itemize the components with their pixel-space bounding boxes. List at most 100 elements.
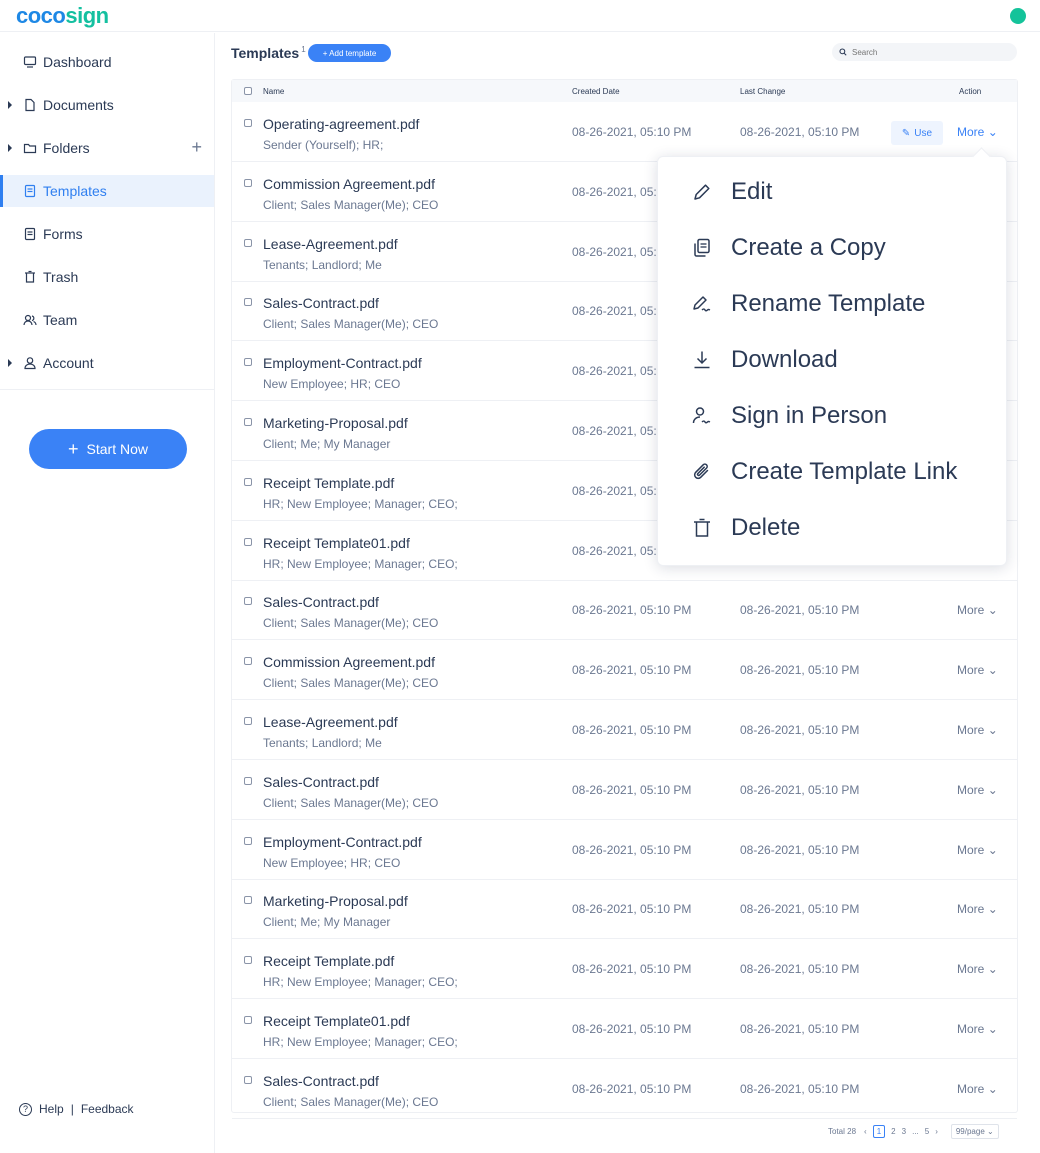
row-checkbox[interactable] (244, 358, 252, 367)
table-row[interactable]: Commission Agreement.pdf Client; Sales Ma… (232, 640, 1017, 701)
template-file-name[interactable]: Sales-Contract.pdf (263, 774, 379, 790)
table-row[interactable]: Operating-agreement.pdf Sender (Yourself)… (232, 102, 1017, 162)
table-row[interactable]: Marketing-Proposal.pdf Client; Me; My Man… (232, 879, 1017, 940)
more-actions-button[interactable]: More ⌄ (957, 783, 998, 797)
row-checkbox[interactable] (244, 178, 252, 187)
add-folder-icon[interactable]: + (191, 137, 202, 158)
row-checkbox[interactable] (244, 1016, 252, 1024)
sidebar-item-folders[interactable]: Folders + (0, 132, 214, 164)
row-checkbox[interactable] (244, 956, 252, 965)
table-row[interactable]: Receipt Template.pdf HR; New Employee; Ma… (232, 939, 1017, 1000)
caret-right-icon[interactable] (8, 144, 12, 152)
more-actions-button[interactable]: More ⌄ (957, 663, 998, 677)
menu-item-sign-in-person[interactable]: Sign in Person (658, 391, 1006, 441)
caret-right-icon[interactable] (8, 101, 12, 109)
row-checkbox[interactable] (244, 836, 252, 845)
page-2[interactable]: 2 (891, 1127, 895, 1136)
sidebar-item-trash[interactable]: Trash (0, 261, 214, 293)
template-file-name[interactable]: Lease-Agreement.pdf (263, 714, 398, 730)
row-checkbox[interactable] (244, 896, 252, 905)
next-page-icon[interactable]: › (935, 1127, 938, 1136)
template-file-name[interactable]: Receipt Template.pdf (263, 475, 394, 491)
template-file-name[interactable]: Commission Agreement.pdf (263, 654, 435, 670)
caret-right-icon[interactable] (8, 359, 12, 367)
template-file-name[interactable]: Marketing-Proposal.pdf (263, 893, 408, 909)
row-checkbox[interactable] (244, 1075, 252, 1084)
row-checkbox[interactable] (244, 418, 252, 426)
more-actions-button[interactable]: More ⌄ (957, 603, 998, 617)
page-ellipsis[interactable]: ... (912, 1127, 919, 1136)
more-actions-button[interactable]: More ⌄ (957, 723, 998, 737)
template-file-name[interactable]: Lease-Agreement.pdf (263, 236, 398, 252)
menu-item-rename-template[interactable]: Rename Template (658, 279, 1006, 329)
template-roles: Client; Sales Manager(Me); CEO (263, 317, 439, 332)
more-label: More (957, 723, 985, 737)
template-file-name[interactable]: Marketing-Proposal.pdf (263, 415, 408, 431)
user-status-dot[interactable] (1010, 8, 1026, 24)
add-template-button[interactable]: + Add template (308, 44, 391, 62)
more-actions-button[interactable]: More ⌄ (957, 843, 998, 857)
page-5[interactable]: 5 (925, 1127, 929, 1136)
help-icon[interactable]: ? (19, 1102, 32, 1116)
table-row[interactable]: Lease-Agreement.pdf Tenants; Landlord; Me… (232, 700, 1017, 760)
template-file-name[interactable]: Commission Agreement.pdf (263, 176, 435, 192)
row-checkbox[interactable] (244, 597, 252, 606)
help-link[interactable]: Help (39, 1102, 64, 1116)
more-actions-button[interactable]: More ⌄ (957, 1022, 998, 1036)
sidebar-item-templates[interactable]: Templates (0, 175, 214, 207)
search-input[interactable] (852, 47, 1002, 57)
select-all-checkbox[interactable] (244, 87, 252, 95)
row-checkbox[interactable] (244, 238, 252, 247)
page-1[interactable]: 1 (872, 1125, 886, 1138)
table-row[interactable]: Sales-Contract.pdf Client; Sales Manager(… (232, 760, 1017, 820)
more-actions-button[interactable]: More ⌄ (957, 902, 998, 916)
sidebar-item-dashboard[interactable]: Dashboard (0, 46, 214, 78)
row-checkbox[interactable] (244, 717, 252, 725)
feedback-link[interactable]: Feedback (81, 1102, 134, 1116)
template-file-name[interactable]: Receipt Template01.pdf (263, 1013, 410, 1029)
more-actions-button[interactable]: More ⌄ (957, 125, 998, 139)
template-file-name[interactable]: Sales-Contract.pdf (263, 295, 379, 311)
column-action: Action (959, 87, 982, 96)
template-file-name[interactable]: Sales-Contract.pdf (263, 1073, 379, 1089)
page-3[interactable]: 3 (902, 1127, 906, 1136)
row-checkbox[interactable] (244, 477, 252, 486)
template-roles: Tenants; Landlord; Me (263, 736, 382, 750)
table-row[interactable]: Sales-Contract.pdf Client; Sales Manager(… (232, 580, 1017, 641)
use-template-button[interactable]: ✎ Use (891, 121, 943, 145)
sidebar-item-team[interactable]: Team (0, 304, 214, 336)
template-file-name[interactable]: Sales-Contract.pdf (263, 594, 379, 610)
logo[interactable]: cocosign (16, 3, 109, 29)
template-file-name[interactable]: Operating-agreement.pdf (263, 116, 419, 132)
more-label: More (957, 125, 985, 139)
page-size-select[interactable]: 99/page ⌄ (950, 1124, 999, 1139)
menu-item-edit[interactable]: Edit (658, 167, 1006, 217)
more-actions-button[interactable]: More ⌄ (957, 962, 998, 976)
menu-item-download[interactable]: Download (658, 335, 1006, 385)
menu-item-create-copy[interactable]: Create a Copy (658, 223, 1006, 273)
sidebar-item-account[interactable]: Account (0, 347, 214, 379)
row-checkbox[interactable] (244, 298, 252, 307)
more-label: More (957, 842, 985, 857)
table-row[interactable]: Sales-Contract.pdf Client; Sales Manager(… (232, 1059, 1017, 1119)
search-box[interactable] (832, 43, 1017, 61)
menu-item-label: Sign in Person (731, 402, 888, 429)
menu-item-create-template-link[interactable]: Create Template Link (658, 447, 1006, 497)
table-row[interactable]: Employment-Contract.pdf New Employee; HR;… (232, 820, 1017, 880)
template-file-name[interactable]: Receipt Template01.pdf (263, 535, 410, 551)
prev-page-icon[interactable]: ‹ (864, 1127, 867, 1136)
template-file-name[interactable]: Receipt Template.pdf (263, 953, 394, 969)
menu-item-label: Download (731, 346, 838, 373)
sidebar-item-forms[interactable]: Forms (0, 218, 214, 250)
start-now-button[interactable]: + Start Now (29, 429, 187, 469)
menu-item-delete[interactable]: Delete (658, 503, 1006, 553)
table-row[interactable]: Receipt Template01.pdf HR; New Employee; … (232, 999, 1017, 1059)
template-file-name[interactable]: Employment-Contract.pdf (263, 834, 422, 850)
more-actions-button[interactable]: More ⌄ (957, 1082, 998, 1096)
row-checkbox[interactable] (244, 537, 252, 546)
sidebar-item-documents[interactable]: Documents (0, 89, 214, 121)
row-checkbox[interactable] (244, 776, 252, 785)
row-checkbox[interactable] (244, 119, 252, 127)
template-file-name[interactable]: Employment-Contract.pdf (263, 355, 422, 371)
row-checkbox[interactable] (244, 657, 252, 666)
